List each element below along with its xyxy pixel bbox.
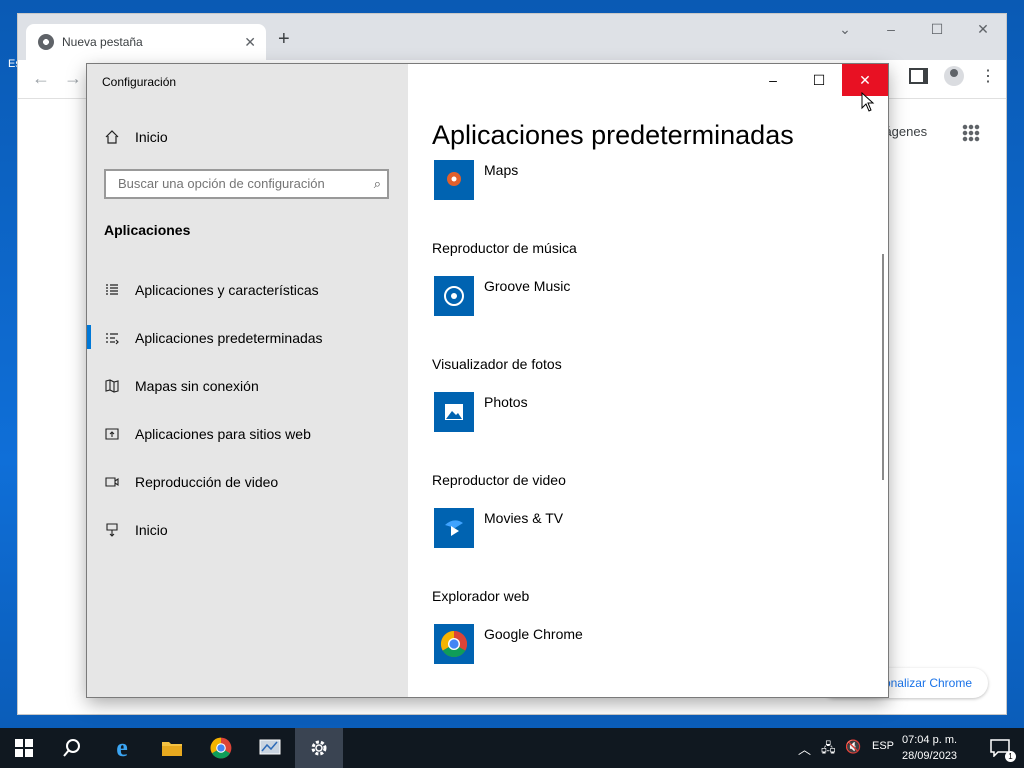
back-arrow-icon[interactable]: ← — [32, 68, 50, 89]
search-icon: ⌕ — [373, 176, 381, 191]
minimize-icon[interactable]: – — [868, 14, 914, 44]
nav-item-offline-maps[interactable]: Mapas sin conexión — [87, 366, 408, 406]
web-link-icon — [104, 426, 120, 442]
new-tab-icon[interactable]: + — [278, 28, 290, 51]
photos-app-icon — [434, 392, 474, 432]
chrome-icon — [210, 737, 232, 759]
page-title: Aplicaciones predeterminadas — [432, 120, 794, 150]
nav-item-label: Aplicaciones y características — [135, 282, 319, 298]
map-icon — [104, 378, 120, 394]
kebab-menu-icon[interactable]: ⋮ — [980, 66, 996, 86]
settings-sidebar: Configuración Inicio ⌕ Aplicaciones Apli… — [87, 64, 408, 697]
app-name: Groove Music — [484, 278, 571, 294]
search-input[interactable] — [116, 175, 360, 192]
chrome-window-controls: ⌄ – ☐ ✕ — [822, 14, 1006, 44]
settings-window: Configuración Inicio ⌕ Aplicaciones Apli… — [87, 64, 888, 697]
nav-item-apps-websites[interactable]: Aplicaciones para sitios web — [87, 414, 408, 454]
close-tab-icon[interactable]: ✕ — [244, 34, 256, 51]
content-scrollbar[interactable] — [882, 254, 884, 480]
nav-item-label: Mapas sin conexión — [135, 378, 259, 394]
volume-muted-icon[interactable]: 🔇 — [845, 739, 861, 755]
forward-arrow-icon[interactable]: → — [64, 68, 82, 89]
category-label: Reproductor de video — [432, 472, 566, 488]
gear-icon — [311, 740, 327, 756]
nav-item-video-playback[interactable]: Reproducción de video — [87, 462, 408, 502]
settings-taskbar-button[interactable] — [295, 728, 343, 768]
nav-item-label: Reproducción de video — [135, 474, 279, 490]
chrome-app-icon — [434, 624, 474, 664]
internet-explorer-icon: e — [116, 733, 128, 762]
default-app-video[interactable]: Movies & TV — [432, 508, 732, 552]
category-label: Visualizador de fotos — [432, 356, 562, 372]
file-explorer-button[interactable] — [148, 728, 196, 768]
chrome-favicon-icon — [38, 34, 54, 50]
video-icon — [104, 474, 120, 490]
nav-item-label: Inicio — [135, 522, 168, 538]
clock-date: 28/09/2023 — [902, 750, 958, 762]
app-name: Maps — [484, 162, 519, 178]
default-app-music[interactable]: Groove Music — [432, 276, 732, 320]
settings-search[interactable]: ⌕ — [104, 169, 389, 199]
close-icon[interactable]: ✕ — [960, 14, 1006, 44]
nav-item-label: Aplicaciones para sitios web — [135, 426, 311, 442]
nav-item-default-apps[interactable]: Aplicaciones predeterminadas — [87, 318, 408, 358]
clock-time: 07:04 p. m. — [902, 734, 958, 746]
chrome-tab-strip: Nueva pestaña ✕ + ⌄ – ☐ ✕ — [18, 14, 1006, 60]
home-label: Inicio — [135, 129, 168, 145]
clock[interactable]: 07:04 p. m. 28/09/2023 — [902, 732, 957, 764]
language-indicator[interactable]: ESP — [872, 740, 894, 752]
default-apps-icon — [104, 330, 120, 346]
server-manager-button[interactable] — [246, 728, 294, 768]
profile-avatar-icon[interactable] — [944, 66, 964, 86]
category-label: Reproductor de música — [432, 240, 577, 256]
home-nav-item[interactable]: Inicio — [87, 117, 408, 157]
list-icon — [104, 282, 120, 298]
maps-app-icon — [434, 160, 474, 200]
window-title: Configuración — [102, 75, 177, 89]
chrome-tab-title: Nueva pestaña — [62, 35, 143, 49]
maximize-icon[interactable]: ☐ — [914, 14, 960, 44]
folder-icon — [162, 742, 182, 756]
server-manager-icon — [259, 739, 281, 755]
settings-content: Aplicaciones predeterminadas Maps Reprod… — [408, 64, 888, 697]
search-taskbar-button[interactable] — [48, 728, 96, 768]
nav-item-label: Aplicaciones predeterminadas — [135, 330, 323, 346]
internet-explorer-button[interactable]: e — [98, 728, 146, 768]
search-icon — [63, 739, 80, 757]
groove-music-icon — [434, 276, 474, 316]
side-panel-icon[interactable] — [909, 68, 928, 84]
mouse-cursor-icon — [861, 92, 875, 112]
default-app-browser[interactable]: Google Chrome — [432, 624, 732, 668]
chrome-toolbar-right: ⋮ — [909, 66, 996, 86]
maximize-button[interactable]: ☐ — [796, 64, 842, 96]
nav-item-startup[interactable]: Inicio — [87, 510, 408, 550]
section-heading: Aplicaciones — [104, 222, 191, 238]
notification-count: 1 — [1005, 751, 1016, 762]
notifications-button[interactable]: 1 — [976, 728, 1024, 768]
movies-tv-icon — [434, 508, 474, 548]
app-name: Movies & TV — [484, 510, 564, 526]
start-button[interactable] — [0, 728, 48, 768]
taskbar: e ︿ 🖧 🔇 ESP 07:04 p. m. 28/09/2023 1 — [0, 728, 1024, 768]
default-app-maps[interactable]: Maps — [432, 160, 732, 204]
app-name: Photos — [484, 394, 528, 410]
chrome-taskbar-button[interactable] — [197, 728, 245, 768]
chevron-up-icon[interactable]: ︿ — [798, 739, 811, 758]
chrome-tab[interactable]: Nueva pestaña ✕ — [26, 24, 266, 60]
category-label: Explorador web — [432, 588, 530, 604]
apps-grid-icon[interactable] — [962, 124, 980, 142]
windows-logo-icon — [15, 739, 33, 757]
network-icon[interactable]: 🖧 — [821, 739, 836, 761]
default-app-photos[interactable]: Photos — [432, 392, 732, 436]
chevron-down-icon[interactable]: ⌄ — [822, 14, 868, 44]
nav-item-apps-features[interactable]: Aplicaciones y características — [87, 270, 408, 310]
minimize-button[interactable]: – — [750, 64, 796, 96]
startup-icon — [104, 522, 120, 538]
app-name: Google Chrome — [484, 626, 583, 642]
home-icon — [104, 129, 120, 145]
